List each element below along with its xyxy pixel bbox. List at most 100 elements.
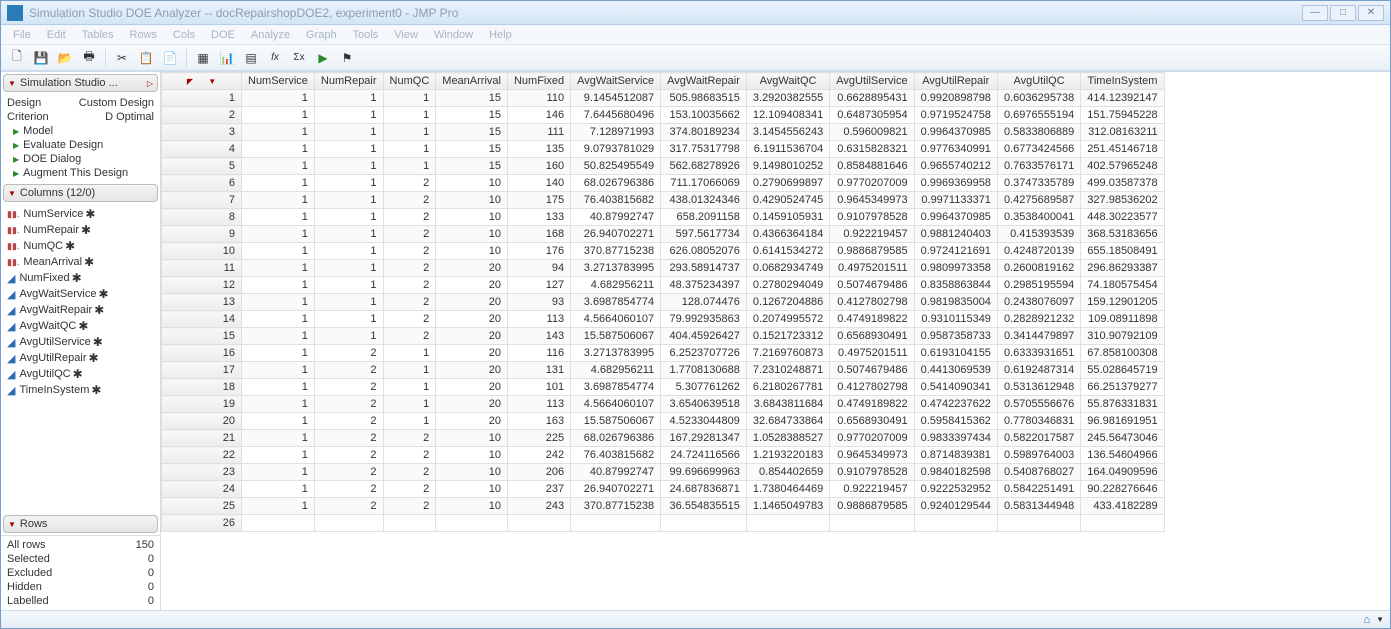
- cell[interactable]: 1: [314, 294, 383, 311]
- cell[interactable]: 0.415393539: [997, 226, 1080, 243]
- cell[interactable]: 0.2780294049: [746, 277, 829, 294]
- column-item-avgutilservice[interactable]: ◢AvgUtilService ✱: [5, 334, 156, 350]
- table-row[interactable]: 17121201314.6829562111.77081306887.23102…: [162, 362, 1165, 379]
- cell[interactable]: 133: [507, 209, 570, 226]
- cell[interactable]: 0.6141534272: [746, 243, 829, 260]
- cell[interactable]: 0.9240129544: [914, 498, 997, 515]
- cell[interactable]: 2: [383, 430, 436, 447]
- copy-button[interactable]: 📋: [136, 48, 156, 68]
- cell[interactable]: 9.1454512087: [571, 90, 661, 107]
- column-item-avgutilqc[interactable]: ◢AvgUtilQC ✱: [5, 366, 156, 382]
- cell[interactable]: 368.53183656: [1081, 226, 1164, 243]
- cell[interactable]: 3.2713783995: [571, 260, 661, 277]
- col-header-avgutilqc[interactable]: AvgUtilQC: [997, 73, 1080, 90]
- cell[interactable]: 1: [383, 413, 436, 430]
- cell[interactable]: 0.6568930491: [830, 413, 914, 430]
- cell[interactable]: 242: [507, 447, 570, 464]
- cell[interactable]: 1: [242, 107, 315, 124]
- cell[interactable]: 0.6568930491: [830, 328, 914, 345]
- cell[interactable]: 1: [242, 396, 315, 413]
- cell[interactable]: 5.307761262: [661, 379, 747, 396]
- cell[interactable]: 243: [507, 498, 570, 515]
- cell[interactable]: 1: [383, 379, 436, 396]
- cell[interactable]: 327.98536202: [1081, 192, 1164, 209]
- cell[interactable]: 0.596009821: [830, 124, 914, 141]
- cell[interactable]: 0.6192487314: [997, 362, 1080, 379]
- cell[interactable]: 370.87715238: [571, 243, 661, 260]
- table-button[interactable]: ▦: [193, 48, 213, 68]
- cell[interactable]: 1: [242, 311, 315, 328]
- open-button[interactable]: 📂: [55, 48, 75, 68]
- cell[interactable]: 153.10035662: [661, 107, 747, 124]
- cell[interactable]: 312.08163211: [1081, 124, 1164, 141]
- cell[interactable]: 0.9886879585: [830, 243, 914, 260]
- cell[interactable]: 0.9222532952: [914, 481, 997, 498]
- rows-stat-labelled[interactable]: Labelled0: [5, 594, 156, 608]
- cell[interactable]: 0.2790699897: [746, 175, 829, 192]
- table-row[interactable]: 14112201134.566406010779.9929358630.2074…: [162, 311, 1165, 328]
- cell[interactable]: 36.554835515: [661, 498, 747, 515]
- cell[interactable]: 0.4975201511: [830, 260, 914, 277]
- flag-button[interactable]: ⚑: [337, 48, 357, 68]
- cell[interactable]: 0.4127802798: [830, 379, 914, 396]
- cell[interactable]: 160: [507, 158, 570, 175]
- row-header[interactable]: 11: [162, 260, 242, 277]
- table-row[interactable]: 2512210243370.8771523836.5548355151.1465…: [162, 498, 1165, 515]
- cell[interactable]: 10: [436, 175, 508, 192]
- cell[interactable]: 0.5705556676: [997, 396, 1080, 413]
- table-row[interactable]: 4111151359.0793781029317.753177986.19115…: [162, 141, 1165, 158]
- cell[interactable]: 0.9310115349: [914, 311, 997, 328]
- cell[interactable]: 3.1454556243: [746, 124, 829, 141]
- row-header[interactable]: 23: [162, 464, 242, 481]
- cell[interactable]: 0.5831344948: [997, 498, 1080, 515]
- dropdown-icon[interactable]: ▼: [1376, 615, 1384, 624]
- col-header-numqc[interactable]: NumQC: [383, 73, 436, 90]
- cell[interactable]: 20: [436, 311, 508, 328]
- row-header[interactable]: 8: [162, 209, 242, 226]
- cell[interactable]: 0.8358863844: [914, 277, 997, 294]
- cell[interactable]: 1: [383, 141, 436, 158]
- rows-stat-hidden[interactable]: Hidden0: [5, 580, 156, 594]
- cell[interactable]: 0.6487305954: [830, 107, 914, 124]
- cell[interactable]: 26.940702271: [571, 481, 661, 498]
- cell[interactable]: 310.90792109: [1081, 328, 1164, 345]
- cell[interactable]: 94: [507, 260, 570, 277]
- cell[interactable]: 4.682956211: [571, 277, 661, 294]
- cell[interactable]: 0.9655740212: [914, 158, 997, 175]
- menu-edit[interactable]: Edit: [47, 29, 66, 41]
- columns-panel-header[interactable]: ▼ Columns (12/0): [3, 184, 158, 202]
- cell[interactable]: 163: [507, 413, 570, 430]
- cell[interactable]: 9.0793781029: [571, 141, 661, 158]
- col-header-timeinsystem[interactable]: TimeInSystem: [1081, 73, 1164, 90]
- cell[interactable]: [661, 515, 747, 532]
- table-row[interactable]: 18121201013.69878547745.3077612626.21802…: [162, 379, 1165, 396]
- cell[interactable]: 10: [436, 481, 508, 498]
- cell[interactable]: 0.9809973358: [914, 260, 997, 277]
- table-row[interactable]: 51111516050.825495549562.682789269.14980…: [162, 158, 1165, 175]
- cell[interactable]: 2: [383, 277, 436, 294]
- table-row[interactable]: 61121014068.026796386711.170660690.27906…: [162, 175, 1165, 192]
- cell[interactable]: 6.1911536704: [746, 141, 829, 158]
- cell[interactable]: 1: [383, 362, 436, 379]
- cell[interactable]: 109.08911898: [1081, 311, 1164, 328]
- row-header[interactable]: 18: [162, 379, 242, 396]
- disclosure-icon[interactable]: ▼: [208, 77, 216, 86]
- column-item-avgutilrepair[interactable]: ◢AvgUtilRepair ✱: [5, 350, 156, 366]
- cell[interactable]: 10: [436, 226, 508, 243]
- cell[interactable]: 0.6193104155: [914, 345, 997, 362]
- cell[interactable]: 0.1459105931: [746, 209, 829, 226]
- cell[interactable]: 562.68278926: [661, 158, 747, 175]
- table-row[interactable]: 221221024276.40381568224.7241165661.2193…: [162, 447, 1165, 464]
- col-header-avgwaitrepair[interactable]: AvgWaitRepair: [661, 73, 747, 90]
- table-row[interactable]: 71121017576.403815682438.013243460.42905…: [162, 192, 1165, 209]
- table-row[interactable]: 16121201163.27137839956.25237077267.2169…: [162, 345, 1165, 362]
- disclosure-icon[interactable]: ◤: [187, 77, 193, 86]
- row-header[interactable]: 1: [162, 90, 242, 107]
- cell[interactable]: 245.56473046: [1081, 430, 1164, 447]
- cell[interactable]: 1: [383, 107, 436, 124]
- row-header[interactable]: 3: [162, 124, 242, 141]
- column-item-numqc[interactable]: ▮▮.NumQC ✱: [5, 238, 156, 254]
- column-item-numservice[interactable]: ▮▮.NumService ✱: [5, 206, 156, 222]
- cell[interactable]: 10: [436, 430, 508, 447]
- cell[interactable]: [746, 515, 829, 532]
